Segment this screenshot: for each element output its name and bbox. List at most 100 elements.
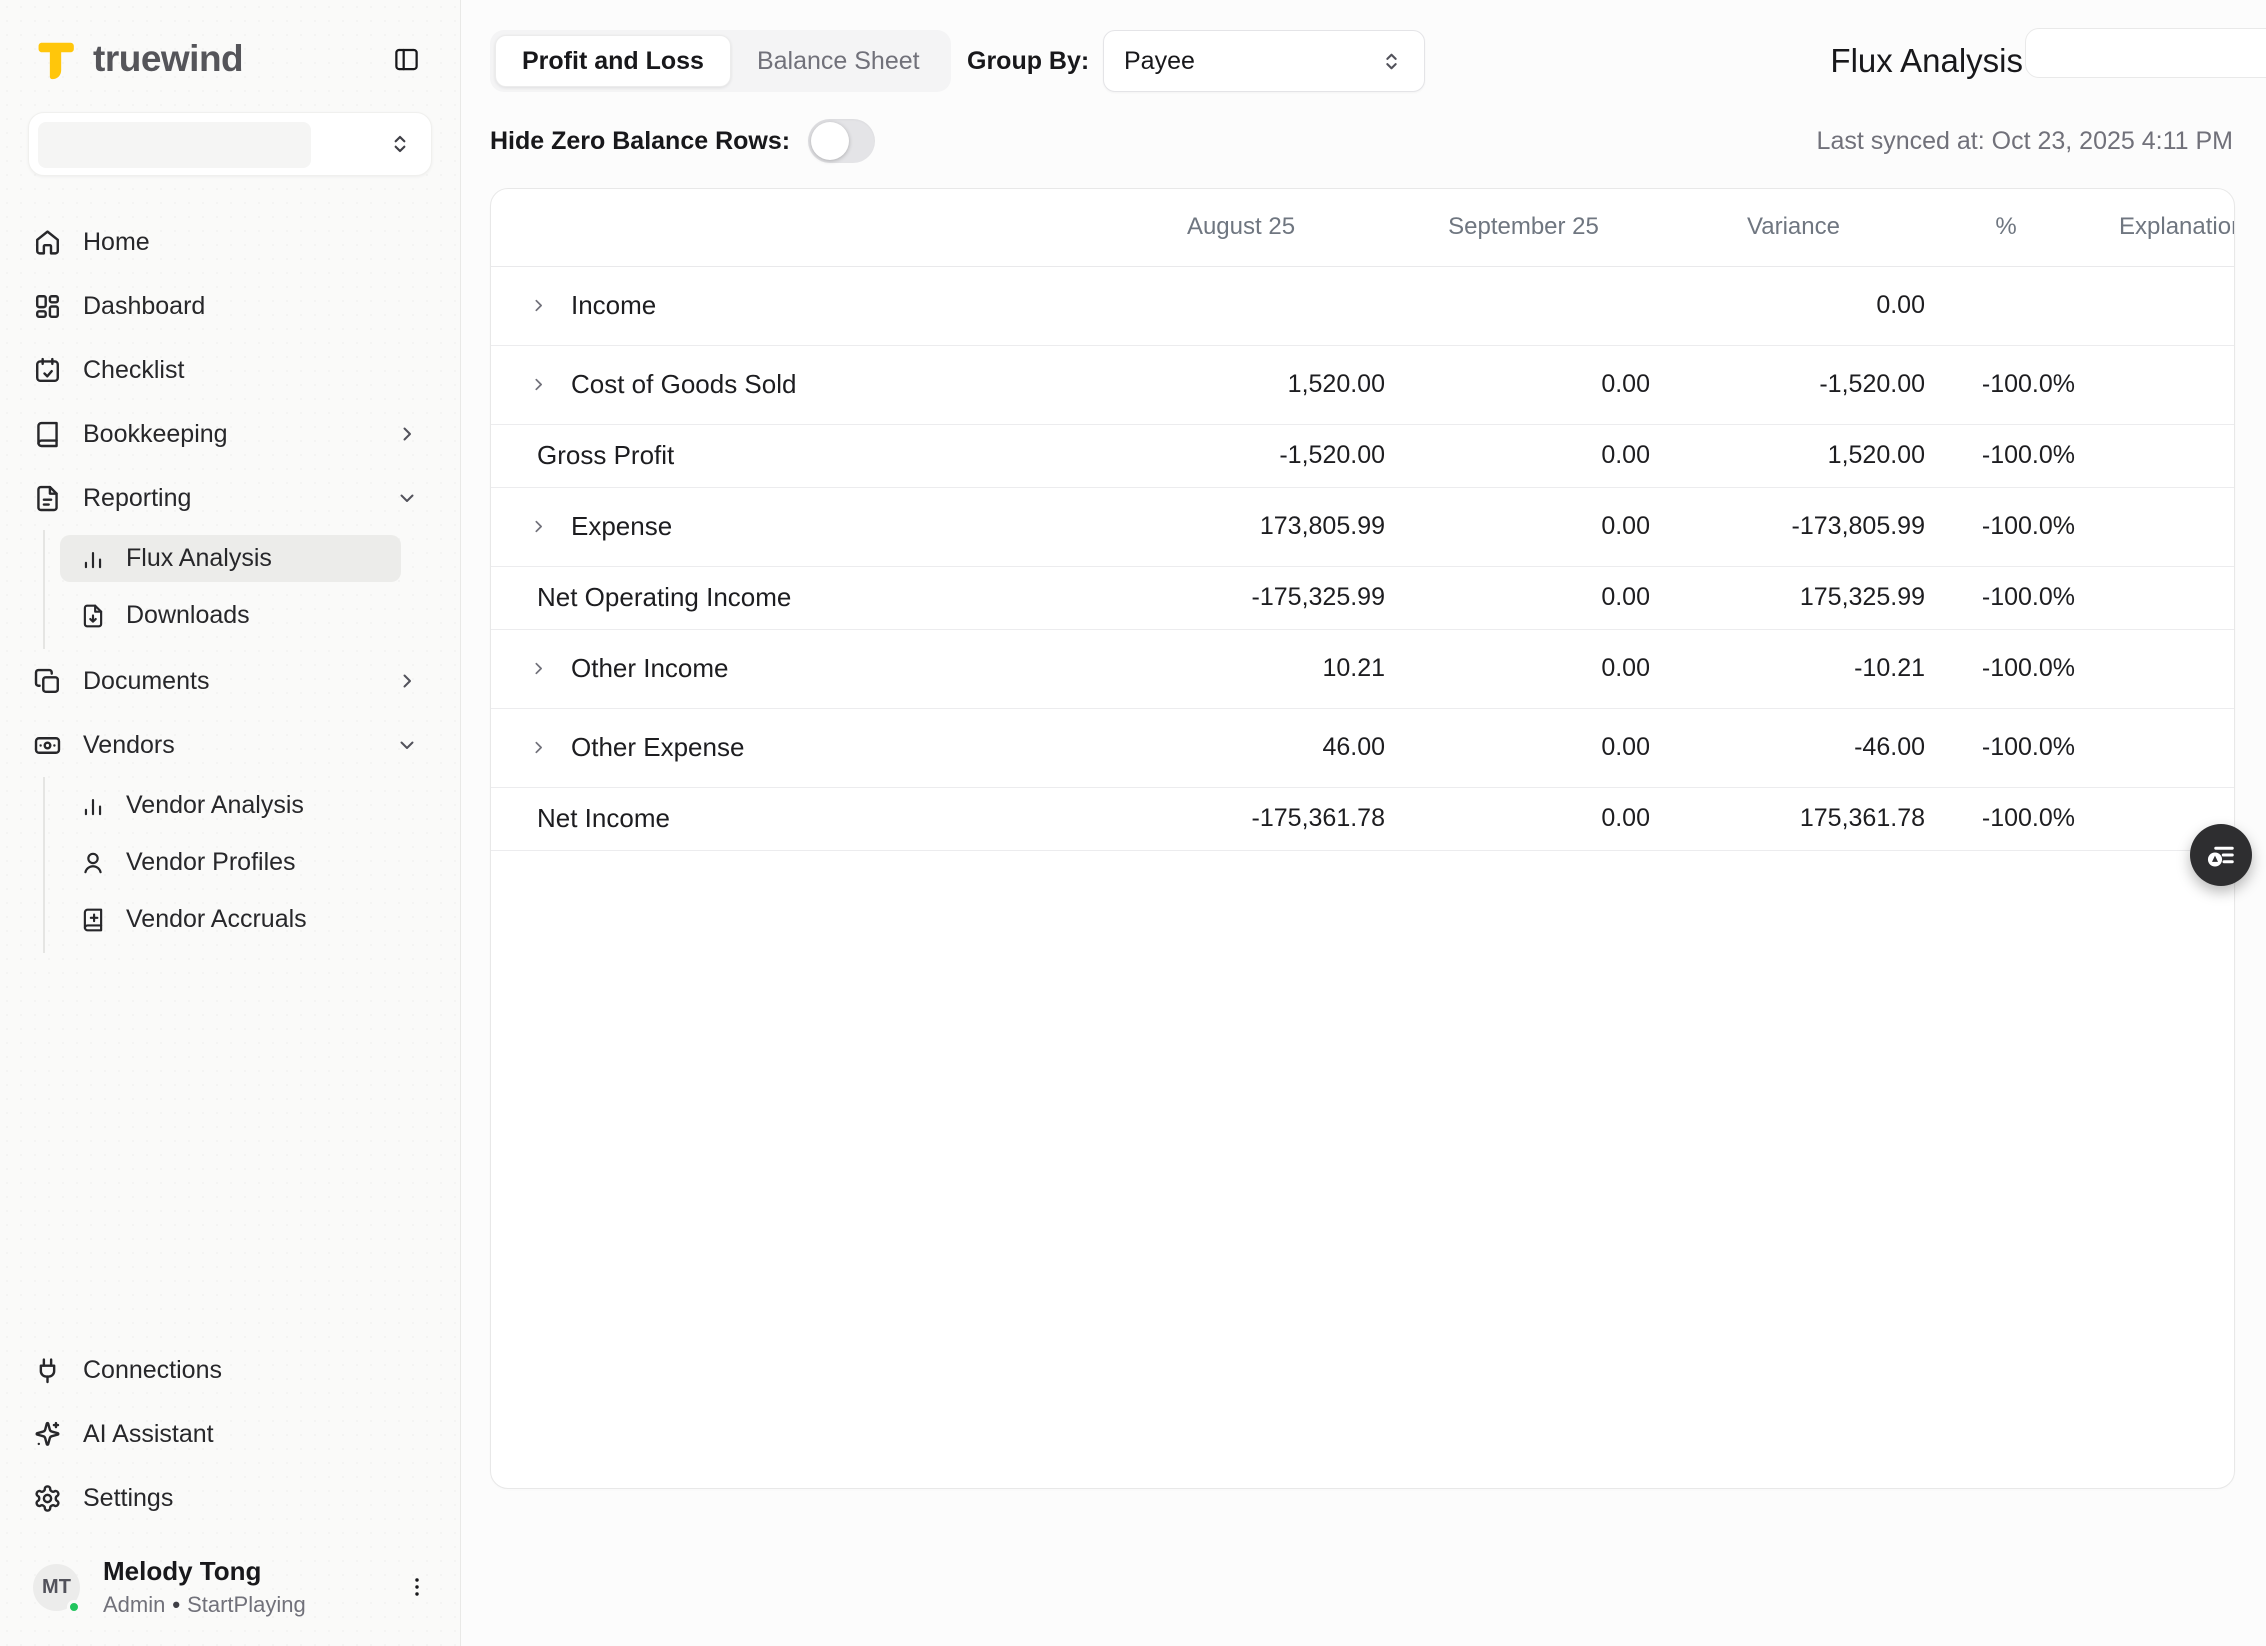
hide-zero-label: Hide Zero Balance Rows: — [490, 127, 790, 156]
expand-chevron-icon[interactable] — [528, 374, 549, 395]
cell-percent: -100.0% — [1931, 345, 2081, 424]
row-label: Net Operating Income — [537, 582, 791, 612]
workspace-selector[interactable] — [28, 112, 432, 176]
tab-profit-and-loss[interactable]: Profit and Loss — [495, 35, 731, 87]
sidebar-item-dashboard[interactable]: Dashboard — [0, 274, 460, 338]
plug-icon — [33, 1356, 62, 1385]
chevrons-up-down-icon — [1379, 49, 1404, 74]
flux-table-card: August 25 September 25 Variance % Explan… — [490, 188, 2235, 1489]
expand-chevron-icon[interactable] — [528, 658, 549, 679]
user-meta: Melody Tong Admin • StartPlaying — [103, 1556, 306, 1618]
cell-variance: 175,325.99 — [1656, 566, 1931, 629]
cell-percent: -100.0% — [1931, 424, 2081, 487]
sidebar-item-reporting[interactable]: Reporting — [0, 466, 460, 530]
sidebar-item-label: Reporting — [83, 484, 191, 513]
table-row-income: Income 0.00 — [491, 266, 2234, 345]
avatar-initials: MT — [42, 1576, 71, 1599]
row-label: Other Expense — [571, 732, 744, 762]
cell-august: -175,325.99 — [1091, 566, 1391, 629]
truewind-logo-icon — [33, 36, 79, 82]
cell-variance: 175,361.78 — [1656, 787, 1931, 850]
cell-explanation — [2081, 266, 2234, 345]
user-name: Melody Tong — [103, 1556, 306, 1587]
col-percent: % — [1931, 189, 2081, 266]
avatar: MT — [33, 1564, 80, 1611]
row-label: Income — [571, 290, 656, 320]
user-icon — [80, 850, 106, 876]
user-card[interactable]: MT Melody Tong Admin • StartPlaying — [33, 1556, 430, 1618]
sidebar-item-flux-analysis[interactable]: Flux Analysis — [60, 535, 401, 582]
expand-chevron-icon[interactable] — [528, 737, 549, 758]
cell-august: 173,805.99 — [1091, 487, 1391, 566]
page-title: Flux Analysis — [1830, 42, 2023, 80]
row-label-cell: Other Income — [491, 629, 1091, 708]
tab-balance-sheet[interactable]: Balance Sheet — [731, 35, 946, 87]
flux-table: August 25 September 25 Variance % Explan… — [491, 189, 2234, 851]
table-row-gross-profit: Gross Profit -1,520.00 0.00 1,520.00 -10… — [491, 424, 2234, 487]
sidebar-item-checklist[interactable]: Checklist — [0, 338, 460, 402]
expand-chevron-icon[interactable] — [528, 516, 549, 537]
cell-percent: -100.0% — [1931, 708, 2081, 787]
sidebar-item-connections[interactable]: Connections — [0, 1338, 460, 1402]
annotated-list-icon — [2203, 837, 2239, 873]
hide-zero-toggle[interactable] — [808, 119, 875, 163]
table-row-other-expense: Other Expense 46.00 0.00 -46.00 -100.0% — [491, 708, 2234, 787]
sidebar-item-label: Vendors — [83, 731, 175, 760]
sidebar-item-label: Vendor Accruals — [126, 905, 307, 934]
cell-explanation — [2081, 708, 2234, 787]
book-plus-icon — [80, 907, 106, 933]
toggle-knob — [811, 122, 849, 160]
expand-chevron-icon[interactable] — [528, 295, 549, 316]
row-label-cell: Cost of Goods Sold — [491, 345, 1091, 424]
col-august: August 25 — [1091, 189, 1391, 266]
sidebar-item-ai-assistant[interactable]: AI Assistant — [0, 1402, 460, 1466]
dashboard-icon — [33, 292, 62, 321]
row-label: Expense — [571, 511, 672, 541]
row-label: Gross Profit — [537, 440, 674, 470]
row-label-cell: Other Expense — [491, 708, 1091, 787]
cell-percent: -100.0% — [1931, 629, 2081, 708]
sidebar-item-downloads[interactable]: Downloads — [60, 592, 401, 639]
sidebar-item-label: Documents — [83, 667, 209, 696]
sidebar-item-vendor-analysis[interactable]: Vendor Analysis — [60, 782, 401, 829]
sidebar-nav: Home Dashboard Checklist Bookkeeping Rep… — [0, 210, 460, 953]
explanations-fab-button[interactable] — [2190, 824, 2252, 886]
cell-august: 46.00 — [1091, 708, 1391, 787]
cell-september: 0.00 — [1391, 487, 1656, 566]
file-download-icon — [80, 603, 106, 629]
sidebar-item-settings[interactable]: Settings — [0, 1466, 460, 1530]
checklist-icon — [33, 356, 62, 385]
cell-september: 0.00 — [1391, 787, 1656, 850]
sidebar-item-vendor-profiles[interactable]: Vendor Profiles — [60, 839, 401, 886]
home-icon — [33, 228, 62, 257]
col-account — [491, 189, 1091, 266]
sidebar-item-label: Checklist — [83, 356, 184, 385]
row-label-cell: Net Operating Income — [491, 566, 1091, 629]
sidebar-item-label: Dashboard — [83, 292, 205, 321]
cell-variance: -10.21 — [1656, 629, 1931, 708]
cell-september — [1391, 266, 1656, 345]
sidebar-item-documents[interactable]: Documents — [0, 649, 460, 713]
sidebar-item-vendors[interactable]: Vendors — [0, 713, 460, 777]
col-explanation: Explanation — [2081, 189, 2234, 266]
col-variance: Variance — [1656, 189, 1931, 266]
sidebar-item-bookkeeping[interactable]: Bookkeeping — [0, 402, 460, 466]
sidebar-item-label: Flux Analysis — [126, 544, 272, 573]
sidebar-item-home[interactable]: Home — [0, 210, 460, 274]
bar-chart-icon — [80, 546, 106, 572]
row-label: Net Income — [537, 803, 670, 833]
group-by-select[interactable]: Payee — [1103, 30, 1425, 92]
top-right-partial-button[interactable] — [2025, 28, 2266, 78]
sidebar-collapse-icon[interactable] — [393, 46, 420, 73]
cell-variance: -1,520.00 — [1656, 345, 1931, 424]
cell-explanation — [2081, 629, 2234, 708]
sidebar-item-vendor-accruals[interactable]: Vendor Accruals — [60, 896, 401, 943]
cell-explanation — [2081, 424, 2234, 487]
header-row: August 25 September 25 Variance % Explan… — [491, 189, 2234, 266]
sidebar-item-label: Downloads — [126, 601, 250, 630]
row-label-cell: Income — [491, 266, 1091, 345]
brand-name: truewind — [93, 38, 243, 80]
cell-explanation — [2081, 487, 2234, 566]
user-menu-icon[interactable] — [404, 1574, 430, 1600]
separator-dot: • — [172, 1592, 180, 1618]
